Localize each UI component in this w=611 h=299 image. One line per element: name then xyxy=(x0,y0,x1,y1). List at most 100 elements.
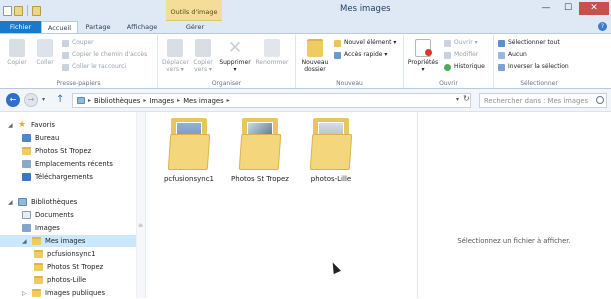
copier-chemin-button[interactable]: Copier le chemin d'accès xyxy=(62,51,147,59)
copier-label: Copier xyxy=(7,59,27,66)
nav-favoris[interactable]: ◢ ★ Favoris xyxy=(0,119,136,131)
nav-photos-st-tropez[interactable]: Photos St Tropez xyxy=(0,145,136,157)
nouvel-element-button[interactable]: Nouvel élément ▾ xyxy=(334,39,396,47)
tab-gerer[interactable]: Gérer xyxy=(173,21,217,33)
history-icon xyxy=(444,63,451,71)
acces-rapide-button[interactable]: Accès rapide ▾ xyxy=(334,51,387,59)
nav-images-publiques[interactable]: ▷ Images publiques xyxy=(0,287,136,299)
desktop-icon xyxy=(22,134,31,142)
group-nouveau: Nouveau dossier Nouvel élément ▾ Accès r… xyxy=(296,35,404,88)
nav-emplacements-recents[interactable]: Emplacements récents xyxy=(0,158,136,170)
nav-label: Photos St Tropez xyxy=(35,147,92,155)
collapse-icon: ◢ xyxy=(8,121,13,129)
folder-icon[interactable] xyxy=(32,5,41,16)
group-label: Nouveau xyxy=(336,80,363,87)
tab-accueil[interactable]: Accueil xyxy=(41,21,78,33)
shortcut-icon xyxy=(62,63,69,71)
help-icon[interactable]: ? xyxy=(598,22,607,31)
copy-icon xyxy=(9,39,25,57)
library-icon xyxy=(77,97,85,104)
folder-tile[interactable]: photos-Lille xyxy=(297,116,365,183)
nav-images[interactable]: Images xyxy=(0,222,136,234)
close-button[interactable]: ✕ xyxy=(579,2,609,15)
back-button[interactable]: ← xyxy=(6,93,20,107)
refresh-button[interactable]: ↻ xyxy=(463,94,470,103)
proprietes-button[interactable]: Propriétés ▾ xyxy=(406,39,440,73)
tab-fichier[interactable]: Fichier xyxy=(0,21,41,33)
nouveau-dossier-button[interactable]: Nouveau dossier xyxy=(298,39,332,73)
new-folder-icon xyxy=(307,39,323,57)
recent-locations-dropdown[interactable]: ▾ xyxy=(42,96,45,103)
ouvrir-button[interactable]: Ouvrir ▾ xyxy=(444,39,478,47)
path-icon xyxy=(62,51,69,59)
modifier-button[interactable]: Modifier xyxy=(444,51,478,59)
nav-bureau[interactable]: Bureau xyxy=(0,132,136,144)
coller-raccourci-button[interactable]: Coller le raccourci xyxy=(62,63,126,71)
breadcrumb-images[interactable]: Images xyxy=(149,97,174,105)
selectionner-tout-label: Sélectionner tout xyxy=(508,39,560,46)
historique-button[interactable]: Historique xyxy=(444,63,485,71)
collapse-icon: ◢ xyxy=(8,198,13,206)
nav-mes-images[interactable]: ◢ Mes images xyxy=(0,235,136,247)
nav-telechargements[interactable]: Téléchargements xyxy=(0,171,136,183)
nav-bibliotheques[interactable]: ◢ Bibliothèques xyxy=(0,196,136,208)
copier-vers-button[interactable]: Copier vers ▾ xyxy=(190,39,216,73)
search-input[interactable]: Rechercher dans : Mes images xyxy=(479,93,607,108)
supprimer-button[interactable]: ✕ Supprimer ▾ xyxy=(218,39,252,73)
scissors-icon xyxy=(62,39,69,47)
folder-tile[interactable]: pcfusionsync1 xyxy=(155,116,223,183)
address-bar[interactable]: ▸ Bibliothèques ▸ Images ▸ Mes images ▸ xyxy=(72,93,471,108)
folder-icon xyxy=(32,237,41,245)
group-selectionner: Sélectionner tout Aucun Inverser la séle… xyxy=(494,35,584,88)
arrow-right-icon: → xyxy=(27,95,35,104)
nav-label: Favoris xyxy=(31,121,55,129)
couper-button[interactable]: Couper xyxy=(62,39,94,47)
quick-access-toolbar xyxy=(3,4,41,17)
nav-label: Images publiques xyxy=(45,289,106,297)
breadcrumb-mes-images[interactable]: Mes images xyxy=(183,97,223,105)
address-dropdown[interactable]: ▾ xyxy=(456,96,459,103)
modifier-label: Modifier xyxy=(454,51,479,58)
folder-tile[interactable]: Photos St Tropez xyxy=(226,116,294,183)
scroll-grip-icon[interactable]: ≡ xyxy=(137,222,144,229)
deplacer-label-2: vers ▾ xyxy=(166,66,184,73)
group-label: Organiser xyxy=(211,80,242,87)
nouveau-dossier-label: Nouveau xyxy=(301,59,329,66)
inverser-selection-button[interactable]: Inverser la sélection xyxy=(498,63,569,71)
download-icon xyxy=(22,173,31,181)
recent-places-icon xyxy=(22,160,31,168)
deplacer-vers-button[interactable]: Déplacer vers ▾ xyxy=(162,39,189,73)
nav-pcfusionsync1[interactable]: pcfusionsync1 xyxy=(0,248,136,260)
rename-icon xyxy=(264,39,280,57)
inverser-label: Inverser la sélection xyxy=(508,63,569,70)
tab-partage[interactable]: Partage xyxy=(78,21,118,33)
nav-documents[interactable]: Documents xyxy=(0,209,136,221)
selectionner-tout-button[interactable]: Sélectionner tout xyxy=(498,39,560,47)
new-folder-icon[interactable] xyxy=(14,5,23,16)
acces-rapide-label: Accès rapide ▾ xyxy=(344,51,388,58)
up-button[interactable]: ↑ xyxy=(56,94,67,106)
nouvel-element-label: Nouvel élément ▾ xyxy=(344,39,397,46)
nav-photos-lille[interactable]: photos-Lille xyxy=(0,274,136,286)
breadcrumb-bibliotheques[interactable]: Bibliothèques xyxy=(94,97,140,105)
tab-affichage[interactable]: Affichage xyxy=(118,21,166,33)
maximize-button[interactable]: ☐ xyxy=(557,2,579,15)
forward-button[interactable]: → xyxy=(24,93,38,107)
properties-icon[interactable] xyxy=(3,5,12,16)
group-label: Presse-papiers xyxy=(56,80,101,87)
renommer-button[interactable]: Renommer xyxy=(254,39,290,66)
coller-button[interactable]: Coller xyxy=(34,39,56,66)
nav-scrollbar[interactable] xyxy=(136,112,145,298)
aucun-button[interactable]: Aucun xyxy=(498,51,527,59)
search-icon[interactable] xyxy=(596,96,604,104)
nav-label: Photos St Tropez xyxy=(47,263,104,271)
folder-icon xyxy=(22,147,31,155)
breadcrumb-separator-icon: ▸ xyxy=(177,97,181,104)
minimize-button[interactable]: — xyxy=(535,2,557,15)
copier-button[interactable]: Copier xyxy=(6,39,28,66)
nav-photos-st-tropez-sub[interactable]: Photos St Tropez xyxy=(0,261,136,273)
supprimer-label-2: ▾ xyxy=(233,66,237,73)
nouveau-dossier-label-2: dossier xyxy=(304,66,326,73)
library-icon xyxy=(18,198,27,206)
paste-icon xyxy=(37,39,53,57)
